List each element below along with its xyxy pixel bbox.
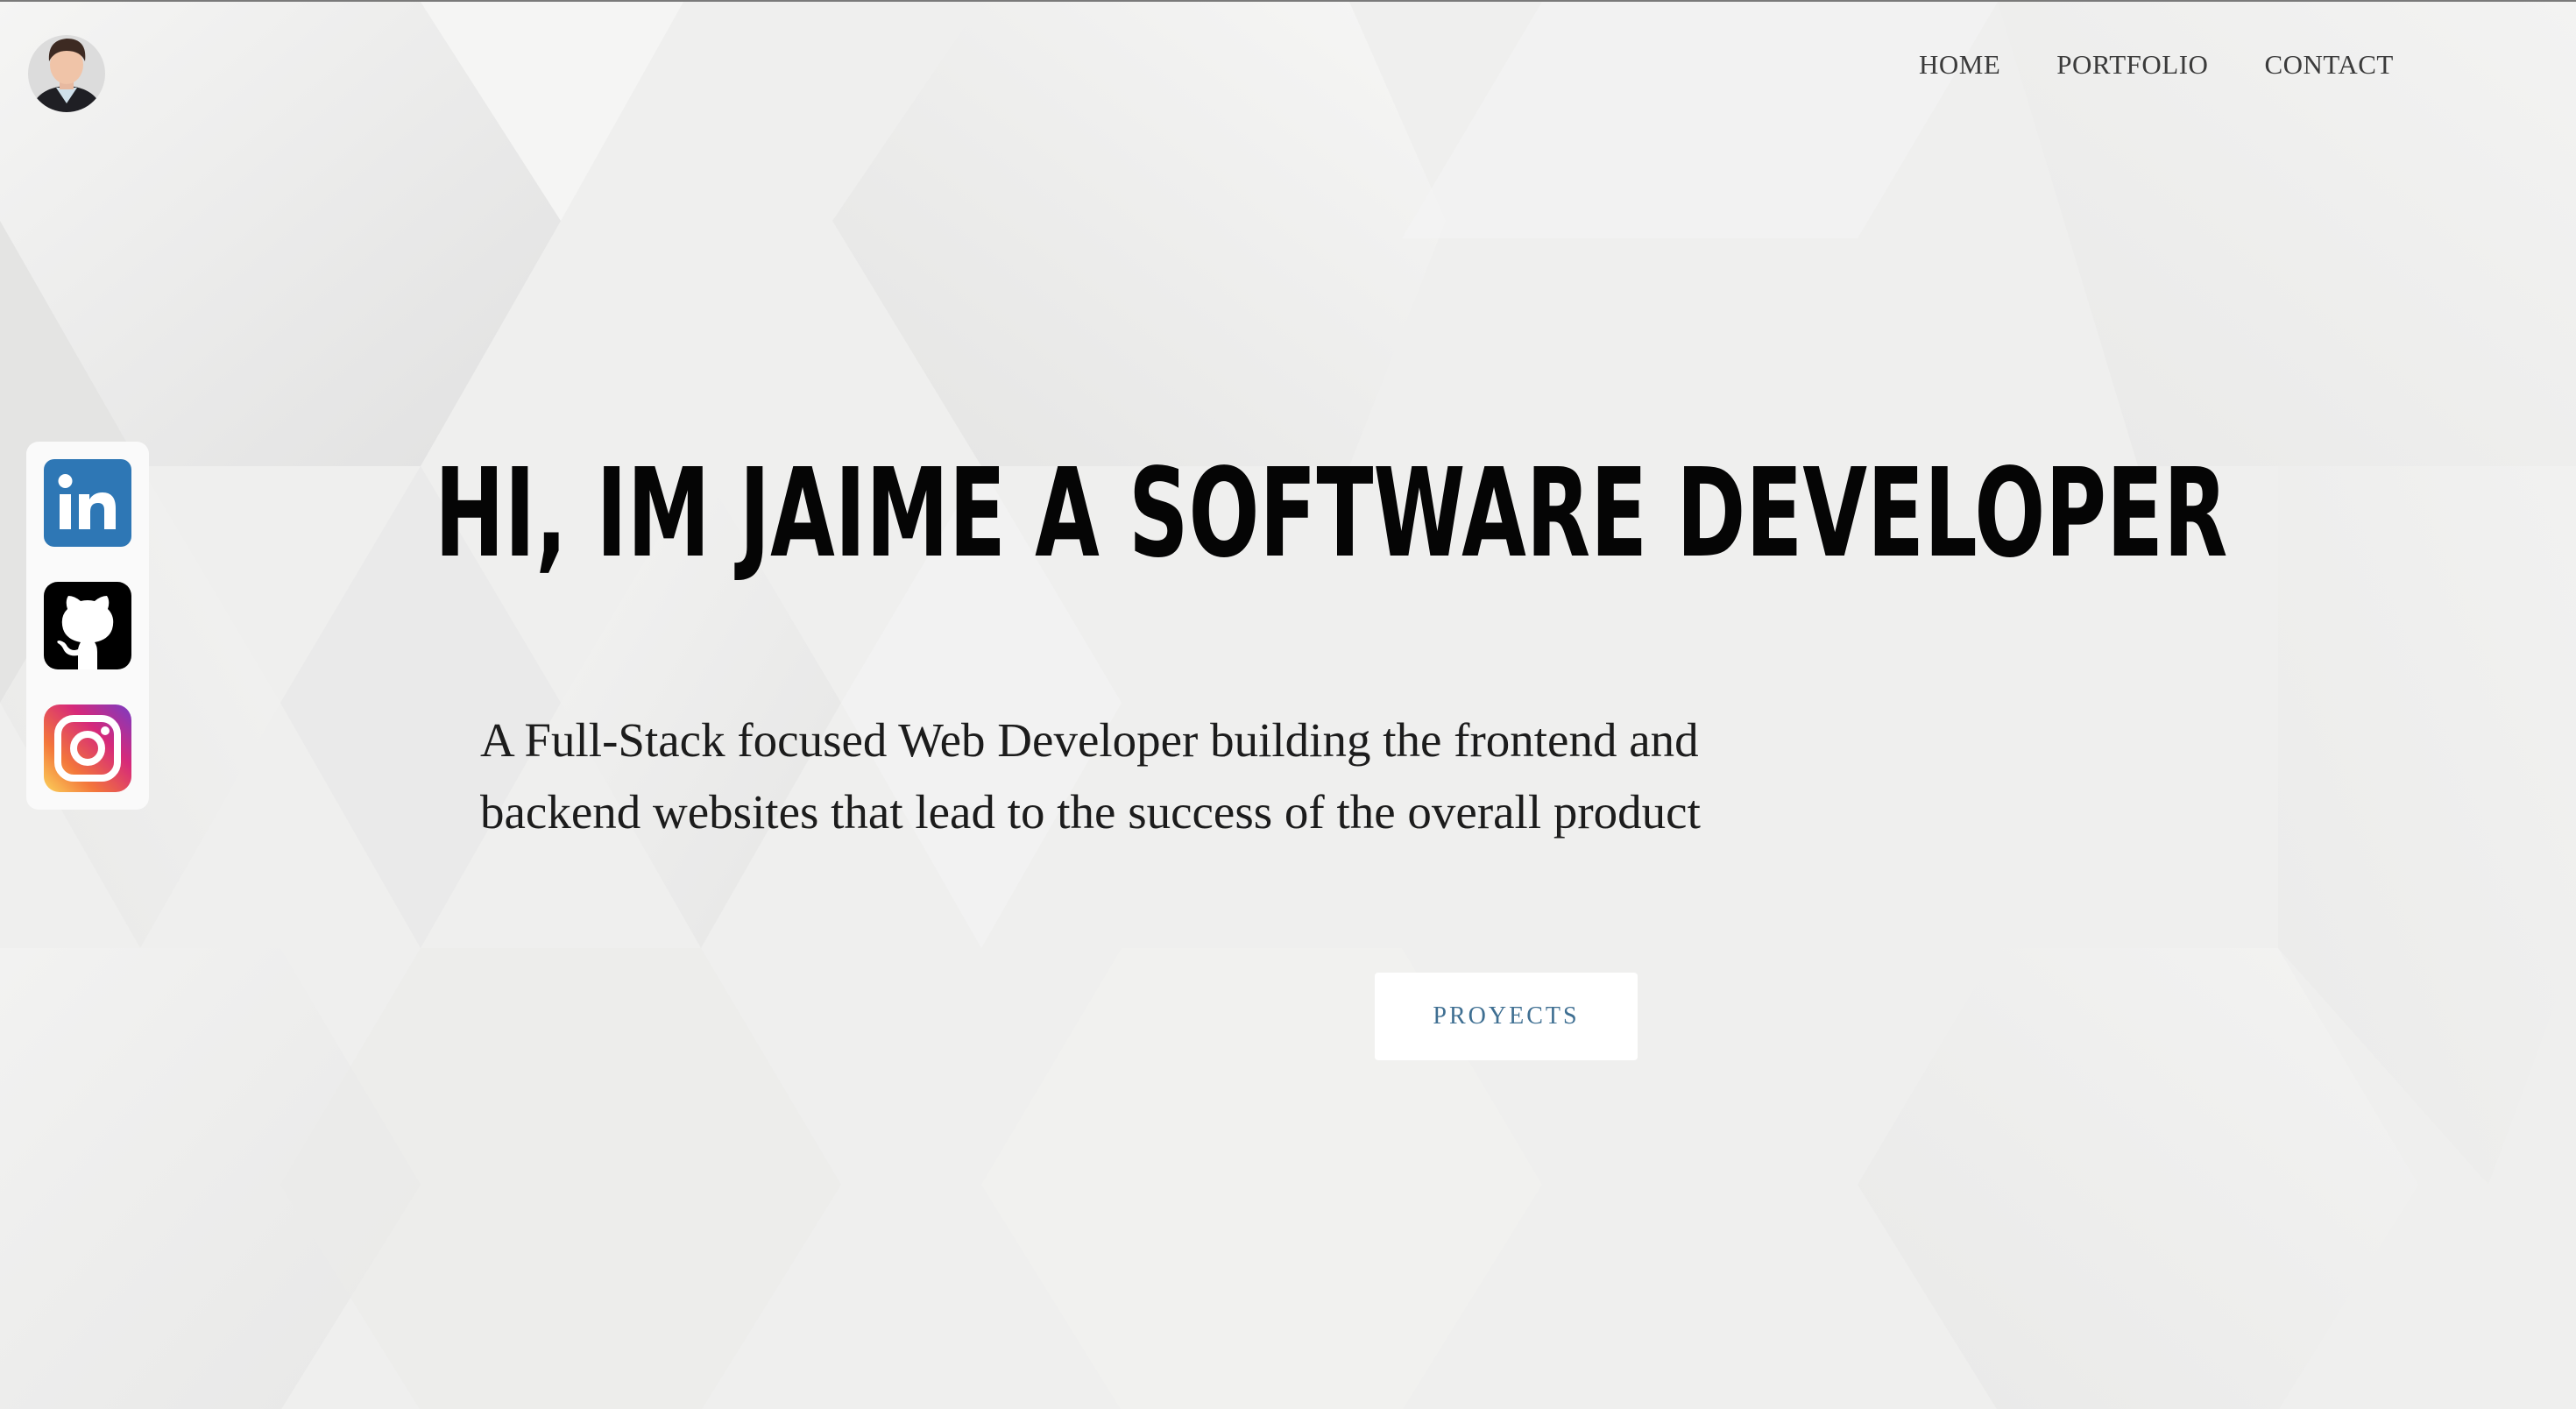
hero-tagline: A Full-Stack focused Web Developer build… <box>480 713 1701 839</box>
nav-home-link[interactable]: HOME <box>1919 49 2000 81</box>
avatar[interactable] <box>26 26 107 114</box>
nav-contact-link[interactable]: CONTACT <box>2264 49 2393 81</box>
projects-button[interactable]: PROYECTS <box>1375 973 1638 1060</box>
nav-portfolio-link[interactable]: PORTFOLIO <box>2056 49 2208 81</box>
social-links-panel <box>26 442 149 810</box>
linkedin-icon[interactable] <box>44 459 131 547</box>
hero-headline: HI, IM JAIME A SOFTWARE DEVELOPER <box>435 443 2228 585</box>
instagram-icon[interactable] <box>44 704 131 792</box>
github-icon[interactable] <box>44 582 131 669</box>
main-nav: HOME PORTFOLIO CONTACT <box>1919 49 2394 81</box>
